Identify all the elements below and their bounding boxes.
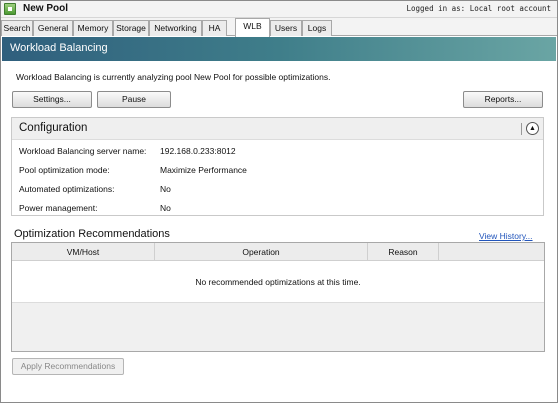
automated-optimizations-value: No [160, 184, 171, 194]
header-title: Workload Balancing [10, 42, 108, 54]
reports-button[interactable]: Reports... [463, 91, 543, 108]
pause-button[interactable]: Pause [97, 91, 171, 108]
window-title: New Pool [23, 3, 69, 14]
settings-button[interactable]: Settings... [12, 91, 92, 108]
tab-memory[interactable]: Memory [73, 20, 113, 36]
configuration-title: Configuration [19, 122, 88, 134]
recommendations-grid[interactable]: VM/Host Operation Reason No recommended … [11, 242, 545, 352]
wlb-header: Workload Balancing [2, 37, 556, 61]
configuration-panel: Configuration ▲ Workload Balancing serve… [11, 117, 544, 216]
automated-optimizations-label: Automated optimizations: [19, 184, 115, 194]
view-history-link[interactable]: View History... [479, 231, 533, 241]
apply-recommendations-button[interactable]: Apply Recommendations [12, 358, 124, 375]
header-divider [521, 123, 522, 135]
tab-search[interactable]: Search [1, 20, 33, 36]
tab-ha[interactable]: HA [202, 20, 227, 36]
xencenter-window: New Pool Logged in as: Local root accoun… [0, 0, 558, 403]
column-operation[interactable]: Operation [155, 243, 368, 261]
optimization-mode-value: Maximize Performance [160, 165, 247, 175]
tab-general[interactable]: General [33, 20, 73, 36]
tab-wlb[interactable]: WLB [235, 18, 270, 37]
login-status: Logged in as: Local root account [406, 4, 552, 13]
tab-storage[interactable]: Storage [113, 20, 149, 36]
recommendations-title: Optimization Recommendations [14, 228, 170, 240]
power-management-value: No [160, 203, 171, 213]
tab-networking[interactable]: Networking [149, 20, 202, 36]
optimization-mode-label: Pool optimization mode: [19, 165, 110, 175]
status-message: Workload Balancing is currently analyzin… [16, 72, 331, 82]
pool-icon [4, 3, 16, 15]
tab-logs[interactable]: Logs [302, 20, 332, 36]
tab-users[interactable]: Users [270, 20, 302, 36]
power-management-label: Power management: [19, 203, 98, 213]
column-reason[interactable]: Reason [368, 243, 439, 261]
wlb-server-label: Workload Balancing server name: [19, 146, 147, 156]
configuration-header: Configuration ▲ [12, 118, 543, 140]
title-bar: New Pool Logged in as: Local root accoun… [1, 1, 557, 18]
empty-message: No recommended optimizations at this tim… [12, 261, 544, 303]
grid-header: VM/Host Operation Reason [12, 243, 544, 261]
column-vm-host[interactable]: VM/Host [12, 243, 155, 261]
wlb-server-value: 192.168.0.233:8012 [160, 146, 236, 156]
tab-bar: Search General Memory Storage Networking… [1, 18, 557, 37]
chevron-up-icon[interactable]: ▲ [526, 122, 539, 135]
